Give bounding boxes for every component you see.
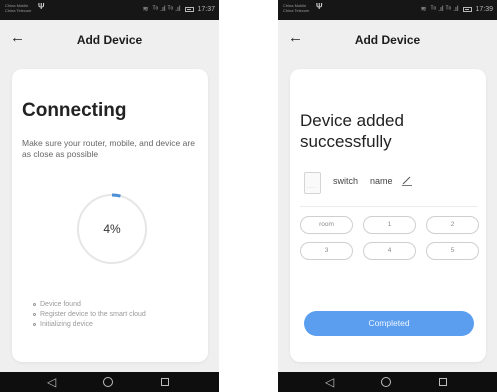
phone-connecting: China Mobile China Telecom Ψ ≋ ᵀᵒ .ıl ᵀᵒ… (0, 0, 219, 392)
step-register-cloud: Register device to the smart cloud (33, 310, 146, 320)
switch-device-icon (304, 172, 321, 194)
home-circle-icon[interactable] (103, 377, 113, 387)
completed-button[interactable]: Completed (304, 311, 474, 336)
page-title: Add Device (76, 33, 143, 47)
home-circle-icon[interactable] (381, 377, 391, 387)
status-bar: China Mobile China Telecom Ψ ≋ ᵀᵒ .ıl ᵀᵒ… (0, 0, 219, 20)
room-chip-room[interactable]: room (300, 216, 353, 234)
recent-square-icon[interactable] (439, 378, 447, 386)
room-chip-3[interactable]: 3 (300, 242, 353, 260)
carrier-line2: China Telecom (283, 8, 310, 13)
battery-icon (184, 6, 194, 12)
app-bar: ← Add Device (0, 20, 219, 60)
status-bar: China Mobile China Telecom Ψ ≋ ᵀᵒ .ıl ᵀᵒ… (278, 0, 497, 20)
status-time: 17:39 (475, 6, 493, 13)
battery-icon (462, 6, 472, 12)
wifi-icon: ≋ (420, 6, 427, 13)
status-time: 17:37 (197, 6, 215, 13)
phone-device-added: China Mobile China Telecom Ψ ≋ ᵀᵒ .ıl ᵀᵒ… (278, 0, 497, 392)
room-chip-4[interactable]: 4 (363, 242, 416, 260)
pencil-icon[interactable] (401, 176, 413, 186)
carrier-info: China Mobile China Telecom (283, 3, 309, 13)
room-chip-1[interactable]: 1 (363, 216, 416, 234)
step-initializing: Initializing device (33, 320, 146, 330)
carrier-info: China Mobile China Telecom (5, 3, 31, 13)
step-dot-icon (33, 302, 36, 306)
device-name[interactable]: name (370, 176, 393, 186)
usb-icon: Ψ (38, 2, 45, 11)
room-chip-5[interactable]: 5 (426, 242, 479, 260)
page-title: Add Device (354, 33, 421, 47)
progress-arc (111, 193, 121, 198)
recent-square-icon[interactable] (161, 378, 169, 386)
proximity-hint: Make sure your router, mobile, and devic… (22, 138, 195, 159)
divider (300, 206, 478, 207)
connection-steps: Device found Register device to the smar… (33, 300, 146, 330)
status-indicators: ≋ ᵀᵒ .ıl ᵀᵒ .ıl 17:39 (421, 5, 493, 13)
system-nav-bar: ◁ (278, 372, 497, 392)
progress-percent: 4% (103, 222, 121, 236)
success-heading: Device added successfully (300, 111, 404, 151)
step-dot-icon (33, 322, 36, 326)
carrier-line2: China Telecom (5, 8, 32, 13)
nav-back-icon[interactable]: ◁ (47, 374, 56, 390)
device-row: switch name (300, 170, 478, 198)
step-device-found: Device found (33, 300, 146, 310)
signal-icon: ᵀᵒ .ıl ᵀᵒ .ıl (152, 6, 181, 13)
screenshot-stage: China Mobile China Telecom Ψ ≋ ᵀᵒ .ıl ᵀᵒ… (0, 0, 497, 392)
nav-back-icon[interactable]: ◁ (325, 374, 334, 390)
room-chip-2[interactable]: 2 (426, 216, 479, 234)
app-bar: ← Add Device (278, 20, 497, 60)
step-dot-icon (33, 312, 36, 316)
signal-icon: ᵀᵒ .ıl ᵀᵒ .ıl (430, 6, 459, 13)
system-nav-bar: ◁ (0, 372, 219, 392)
status-indicators: ≋ ᵀᵒ .ıl ᵀᵒ .ıl 17:37 (143, 5, 215, 13)
usb-icon: Ψ (316, 2, 323, 11)
device-type: switch (333, 176, 359, 186)
connecting-heading: Connecting (22, 100, 127, 121)
wifi-icon: ≋ (142, 6, 149, 13)
